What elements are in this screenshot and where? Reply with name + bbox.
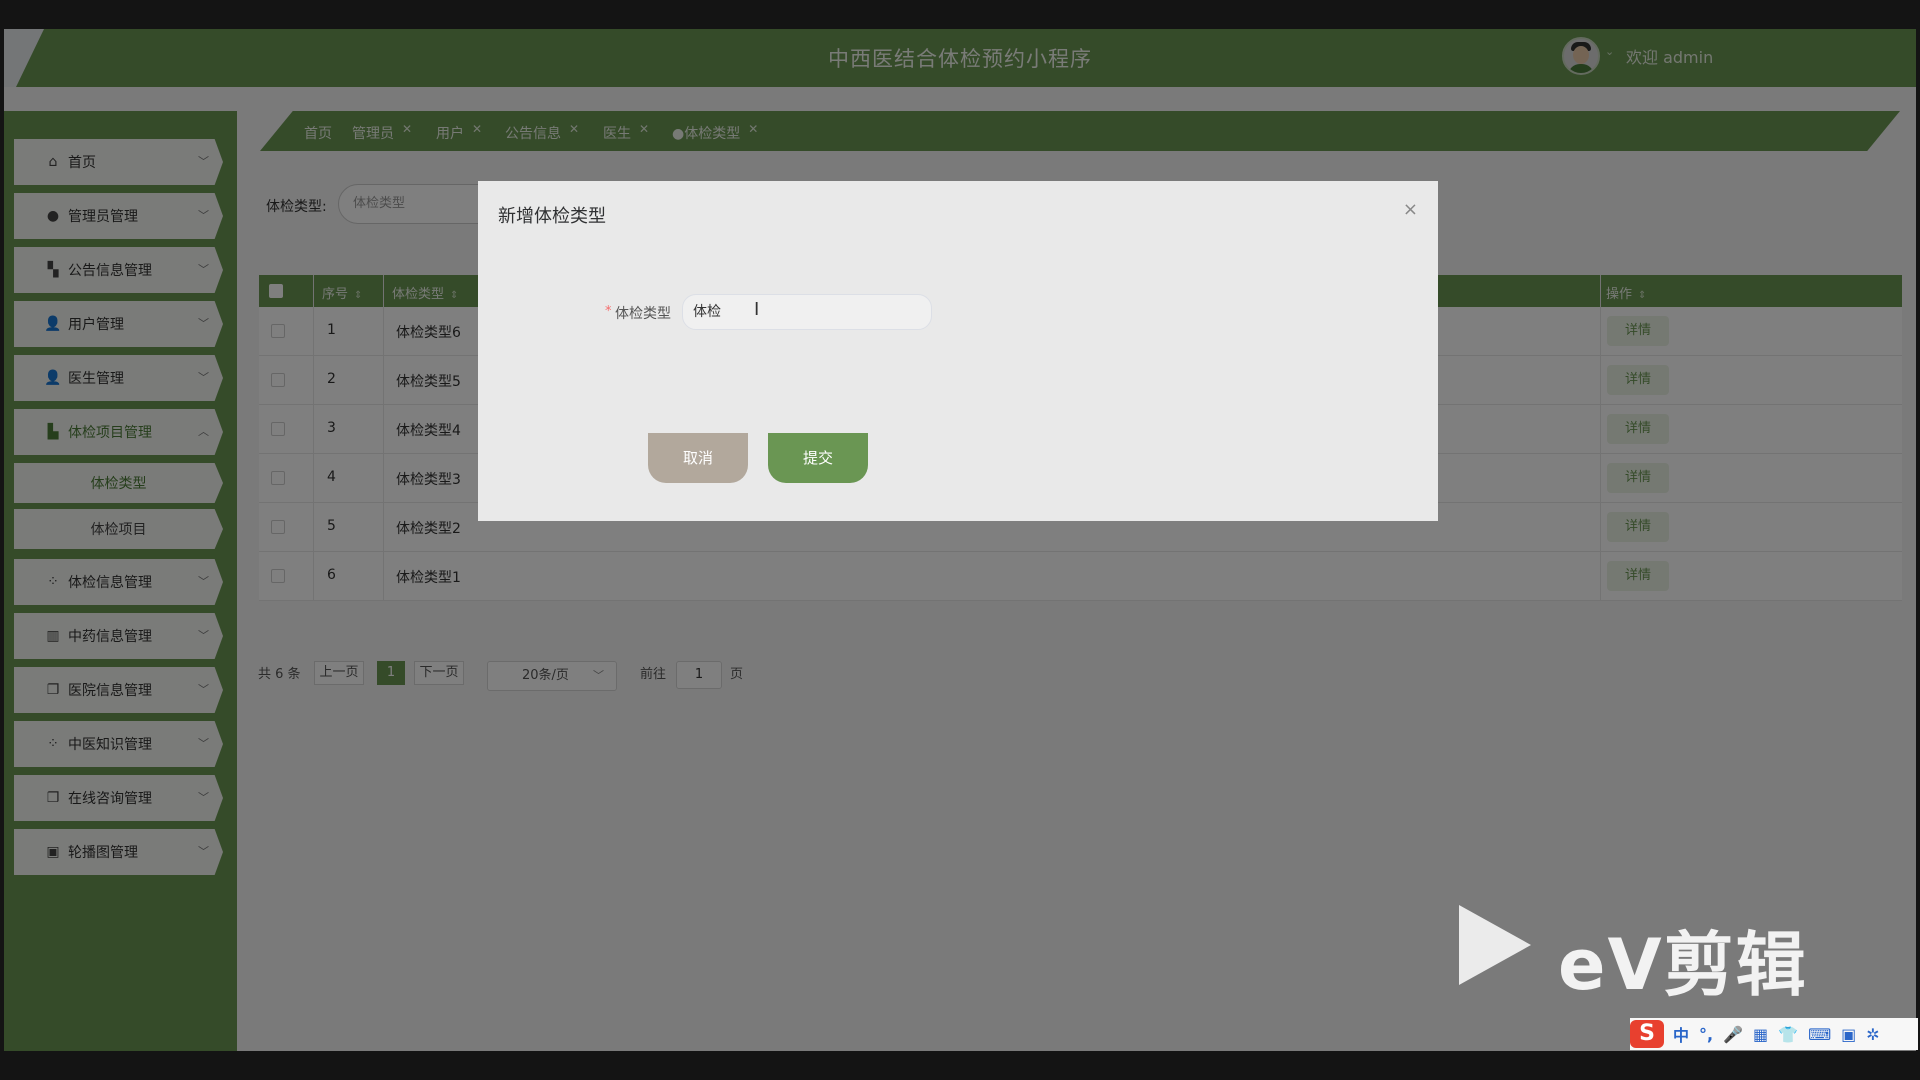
microphone-icon[interactable]: 🎤 <box>1723 1025 1743 1044</box>
required-mark: * <box>605 304 612 319</box>
text-cursor-icon: I <box>754 299 760 320</box>
cancel-button[interactable]: 取消 <box>648 433 748 483</box>
ime-language[interactable]: 中 <box>1673 1022 1689 1046</box>
ev-watermark: eV剪辑 <box>1558 924 1808 1006</box>
dialog-title: 新增体检类型 <box>498 206 606 227</box>
toolbox-icon[interactable]: ▣ <box>1841 1025 1856 1044</box>
settings-icon[interactable]: ✲ <box>1866 1025 1879 1044</box>
ime-toolbar: S 中 °, 🎤 ▦ 👕 ⌨ ▣ ✲ <box>1630 1018 1918 1050</box>
punctuation-icon[interactable]: °, <box>1699 1025 1713 1044</box>
add-exam-type-dialog: 新增体检类型 × * 体检类型 体检 I 取消 提交 <box>478 181 1438 521</box>
app-screen: 中西医结合体检预约小程序 ⌄ 欢迎 admin ⌂ 首页 ﹀ ● 管理员管理 ﹀… <box>4 29 1916 1051</box>
submit-button[interactable]: 提交 <box>768 433 868 483</box>
gamepad-icon[interactable]: ⌨ <box>1808 1025 1831 1044</box>
play-logo-icon <box>1459 905 1531 985</box>
exam-type-field-label: 体检类型 <box>615 306 671 322</box>
exam-type-input[interactable]: 体检 <box>682 294 932 330</box>
close-icon[interactable]: × <box>1403 199 1418 220</box>
sogou-logo-icon[interactable]: S <box>1630 1020 1664 1048</box>
keyboard-icon[interactable]: ▦ <box>1753 1025 1768 1044</box>
skin-icon[interactable]: 👕 <box>1778 1025 1798 1044</box>
